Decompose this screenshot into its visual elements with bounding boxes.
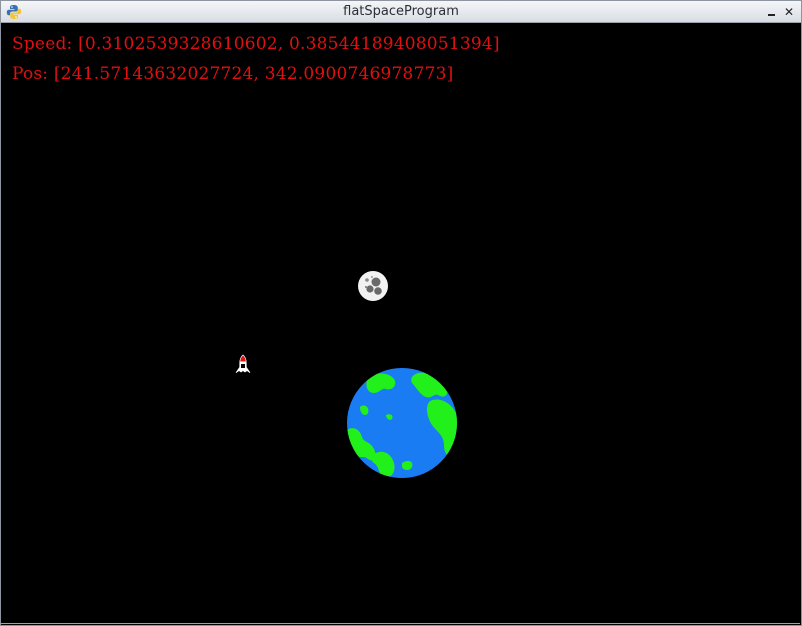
close-icon: ✕ <box>783 5 795 19</box>
earth-icon <box>347 368 457 478</box>
window-bottom-border <box>0 623 800 624</box>
minimize-icon <box>768 14 775 16</box>
speed-readout: Speed: [0.3102539328610602, 0.3854418940… <box>12 34 500 54</box>
rocket-icon <box>235 353 251 375</box>
minimize-button[interactable] <box>763 4 779 20</box>
game-window: flatSpaceProgram ✕ Speed: [0.31025393286… <box>0 0 802 626</box>
window-title: flatSpaceProgram <box>343 4 459 19</box>
title-bar[interactable]: flatSpaceProgram ✕ <box>1 1 801 23</box>
moon-icon <box>358 271 388 301</box>
close-button[interactable]: ✕ <box>781 4 797 20</box>
position-readout: Pos: [241.57143632027724, 342.0900746978… <box>12 64 454 84</box>
game-canvas[interactable]: Speed: [0.3102539328610602, 0.3854418940… <box>1 23 801 624</box>
